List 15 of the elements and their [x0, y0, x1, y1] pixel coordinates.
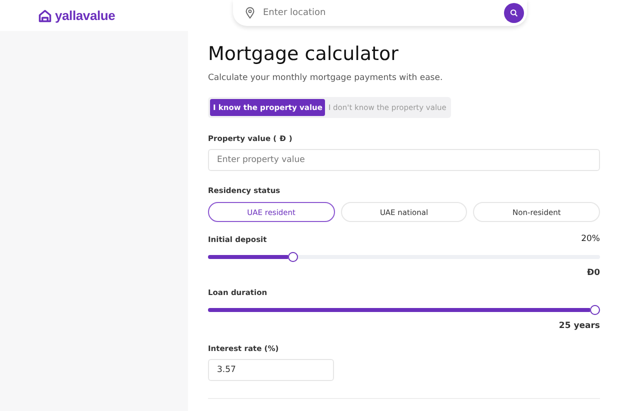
loan-duration-value: 25 years: [558, 321, 600, 331]
location-pin-icon: [245, 7, 255, 19]
property-value-field[interactable]: Enter property value: [208, 149, 600, 171]
page-subtitle: Calculate your monthly mortgage payments with ease.: [208, 73, 444, 83]
page-title: Mortgage calculator: [208, 43, 400, 65]
logo-text: yallavalue: [55, 8, 116, 23]
deposit-percent: 20%: [581, 234, 600, 244]
location-input-field[interactable]: Enter location: [261, 7, 498, 19]
house-logo-icon: [38, 8, 52, 22]
deposit-amount: Đ0: [586, 268, 600, 278]
duration-slider[interactable]: [208, 305, 600, 315]
interest-rate-field[interactable]: 3.57: [208, 359, 334, 381]
search-button[interactable]: [504, 3, 524, 23]
search-icon: [510, 9, 518, 17]
deposit-slider[interactable]: [208, 252, 600, 262]
